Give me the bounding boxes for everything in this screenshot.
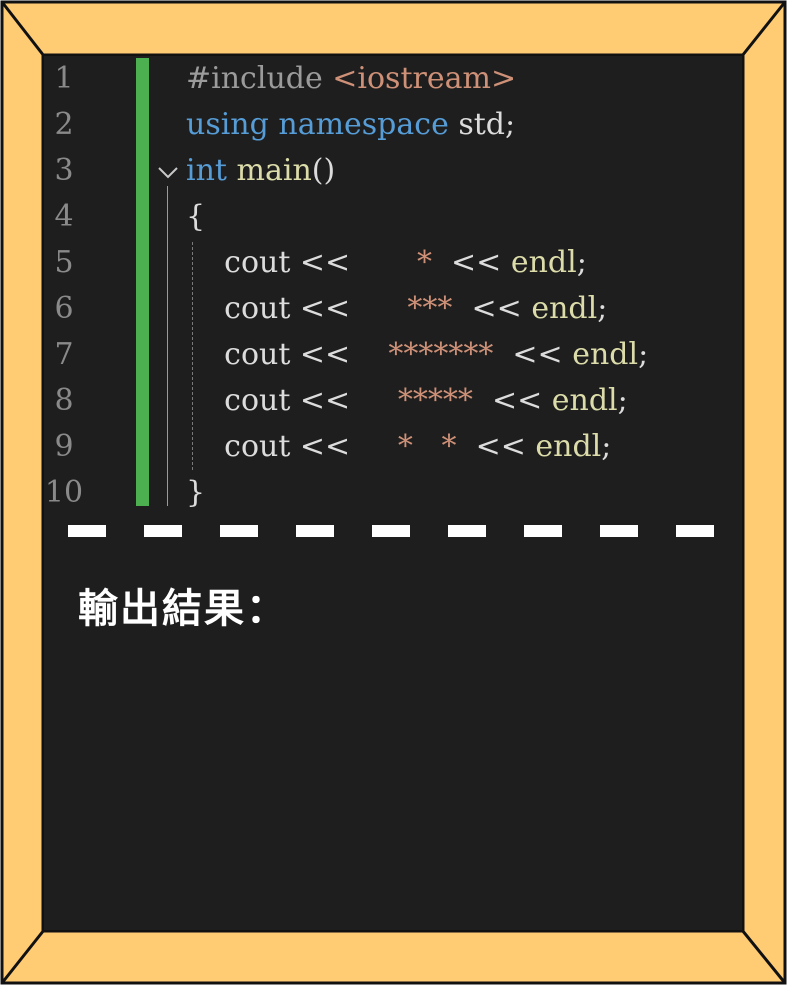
code-text: #include <iostream>	[186, 56, 516, 102]
code-token: endl	[551, 383, 618, 418]
code-token: main	[236, 153, 312, 188]
code-text: cout << * << endl;	[186, 240, 587, 286]
code-token: }	[186, 475, 206, 510]
code-token: <<	[475, 429, 536, 464]
code-token: ;	[597, 291, 608, 326]
code-line[interactable]: 3 int main()	[44, 148, 742, 194]
code-token: cout <<	[186, 245, 360, 280]
dashed-divider	[44, 525, 742, 537]
code-line[interactable]: 6 cout << *** << endl;	[44, 286, 742, 332]
code-token: ;	[601, 429, 612, 464]
chalkboard-screen: 1 #include <iostream> 2 using namespace std…	[44, 56, 742, 930]
code-token: cout <<	[186, 337, 360, 372]
code-token: {	[186, 199, 206, 234]
line-number: 7	[54, 337, 74, 372]
line-number: 10	[44, 475, 84, 510]
code-token: endl	[531, 291, 598, 326]
code-token: <<	[512, 337, 573, 372]
code-line[interactable]: 7 cout << ******* << endl;	[44, 332, 742, 378]
code-token: *****	[359, 383, 492, 418]
line-number: 9	[54, 429, 74, 464]
code-token: ;	[617, 383, 628, 418]
code-token: int	[186, 153, 237, 188]
code-token: cout <<	[186, 383, 360, 418]
code-text: cout << ***** << endl;	[186, 378, 628, 424]
code-token: * *	[359, 429, 476, 464]
code-line[interactable]: 8 cout << ***** << endl;	[44, 378, 742, 424]
code-token: <<	[471, 291, 532, 326]
code-token: std;	[458, 107, 516, 142]
line-number: 5	[54, 245, 74, 280]
code-token: <<	[491, 383, 552, 418]
code-token: <<	[451, 245, 511, 280]
code-text: }	[186, 470, 205, 516]
code-token: *	[359, 245, 452, 280]
line-number: 3	[54, 153, 74, 188]
code-token: ***	[359, 291, 472, 326]
code-text: int main()	[186, 148, 335, 194]
code-editor: 1 #include <iostream> 2 using namespace std…	[44, 56, 742, 516]
code-token: #include	[186, 61, 333, 96]
output-label: 輸出結果：	[78, 586, 288, 632]
code-text: cout << * * << endl;	[186, 424, 611, 470]
line-number: 6	[54, 291, 74, 326]
code-token: cout <<	[186, 291, 360, 326]
code-token: ()	[311, 153, 336, 188]
code-line[interactable]: 9 cout << * * << endl;	[44, 424, 742, 470]
code-token: *******	[359, 337, 513, 372]
code-text: cout << ******* << endl;	[186, 332, 648, 378]
code-token: <iostream>	[332, 61, 517, 96]
code-text: using namespace std;	[186, 102, 515, 148]
line-number: 1	[54, 61, 74, 96]
code-token: ;	[576, 245, 587, 280]
line-number: 8	[54, 383, 74, 418]
code-token: endl	[572, 337, 639, 372]
code-token: endl	[535, 429, 602, 464]
code-token: endl	[510, 245, 577, 280]
code-text: {	[186, 194, 205, 240]
line-number: 2	[54, 107, 74, 142]
code-line[interactable]: 5 cout << * << endl;	[44, 240, 742, 286]
code-text: cout << *** << endl;	[186, 286, 607, 332]
code-line[interactable]: 1 #include <iostream>	[44, 56, 742, 102]
code-line[interactable]: 4{	[44, 194, 742, 240]
code-token: using namespace	[186, 107, 459, 142]
code-line[interactable]: 10}	[44, 470, 742, 516]
code-token: cout <<	[186, 429, 360, 464]
line-number: 4	[54, 199, 74, 234]
code-token: ;	[638, 337, 649, 372]
code-line[interactable]: 2 using namespace std;	[44, 102, 742, 148]
